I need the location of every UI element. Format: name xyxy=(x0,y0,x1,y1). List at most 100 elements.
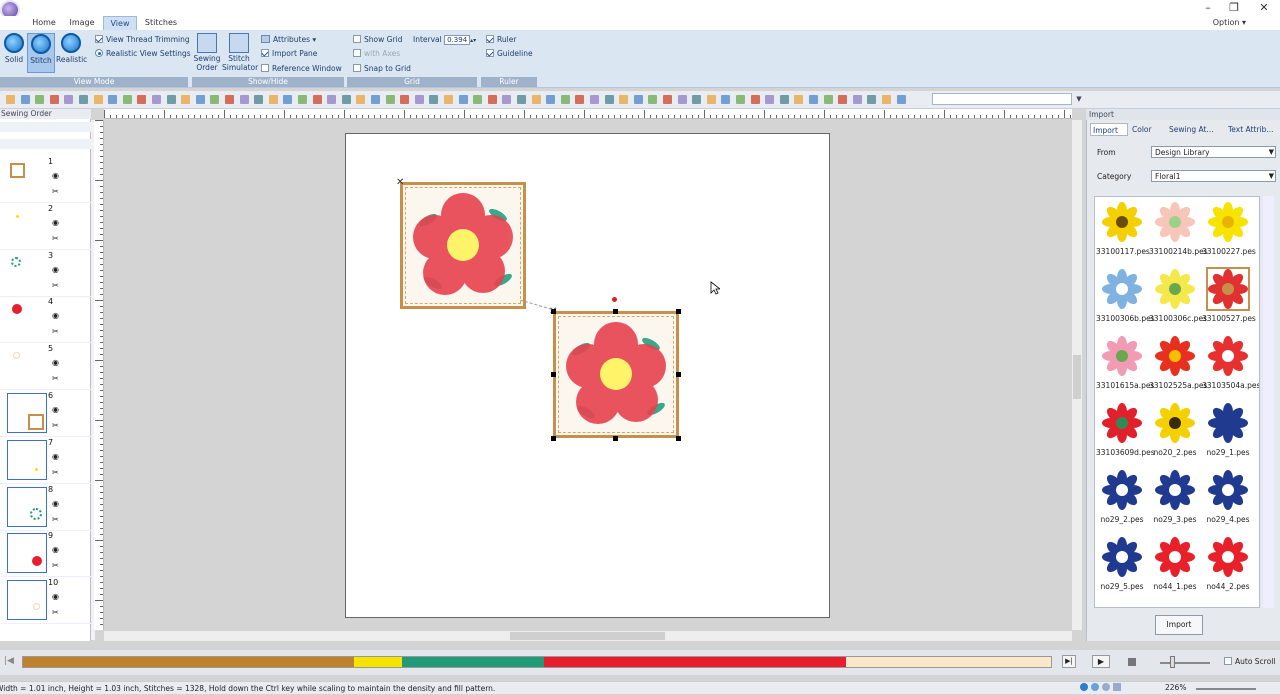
rotate-handle[interactable] xyxy=(612,297,617,302)
toolbar-tool-icon[interactable] xyxy=(838,95,848,104)
auto-scroll-checkbox[interactable]: Auto Scroll xyxy=(1224,657,1275,666)
toolbar-tool-icon[interactable] xyxy=(487,95,497,104)
visibility-eye-icon[interactable]: ◉ xyxy=(52,265,59,274)
toolbar-tool-icon[interactable] xyxy=(458,95,468,104)
design-library-item[interactable]: no29_1.pes xyxy=(1202,398,1254,464)
sewing-order-item[interactable]: 7 ◉ ✂ xyxy=(0,438,91,484)
design-library-item[interactable]: 33100306c.pes xyxy=(1149,264,1207,330)
trim-scissors-icon[interactable]: ✂ xyxy=(52,608,59,617)
show-grid-checkbox[interactable]: Show Grid xyxy=(353,33,402,46)
toolbar-tool-icon[interactable] xyxy=(356,95,366,104)
toolbar-tool-icon[interactable] xyxy=(64,95,74,104)
toolbar-tool-icon[interactable] xyxy=(750,95,760,104)
toolbar-tool-icon[interactable] xyxy=(298,95,307,104)
solid-status-icon[interactable] xyxy=(1080,683,1088,691)
visibility-eye-icon[interactable]: ◉ xyxy=(52,171,59,180)
trim-scissors-icon[interactable]: ✂ xyxy=(52,374,59,383)
design-library-item[interactable]: 33100117.pes xyxy=(1096,197,1150,263)
design-library-item[interactable]: no29_5.pes xyxy=(1096,532,1148,598)
visibility-eye-icon[interactable]: ◉ xyxy=(52,452,59,461)
toolbar-tool-icon[interactable] xyxy=(181,95,191,104)
toolbar-tool-icon[interactable] xyxy=(794,95,804,104)
design-library-item[interactable]: 33100306b.pes xyxy=(1096,264,1155,330)
design-library-item[interactable]: 33100214b.pes xyxy=(1149,197,1208,263)
zoom-slider[interactable] xyxy=(1196,688,1256,690)
toolbar-tool-icon[interactable] xyxy=(210,95,220,104)
stitch-view-button[interactable]: Stitch xyxy=(27,33,55,73)
toolbar-tool-icon[interactable] xyxy=(108,95,118,104)
stitch-simulator-button[interactable]: Stitch Simulator xyxy=(222,33,258,73)
toolbar-tool-icon[interactable] xyxy=(604,95,614,104)
sewing-order-thumbnail[interactable] xyxy=(7,486,47,527)
import-pane-checkbox[interactable]: Import Pane xyxy=(261,47,317,60)
view-thread-trimming-checkbox[interactable]: View Thread Trimming xyxy=(95,33,190,46)
sewing-order-item[interactable]: 1 ◉ ✂ xyxy=(0,157,91,203)
toolbar-tool-icon[interactable] xyxy=(721,95,731,104)
toolbar-tool-icon[interactable] xyxy=(882,95,891,104)
visibility-eye-icon[interactable]: ◉ xyxy=(52,405,59,414)
resize-handle-t[interactable] xyxy=(613,309,618,314)
stitch-status-icon[interactable] xyxy=(1091,683,1099,691)
resize-handle-l[interactable] xyxy=(551,372,556,377)
toolbar-tool-icon[interactable] xyxy=(779,95,789,104)
thread-color-segment[interactable] xyxy=(543,657,847,667)
close-button[interactable]: ✕ xyxy=(1256,1,1272,15)
speed-slider-thumb[interactable] xyxy=(1170,656,1175,668)
design-library-scrollbar[interactable] xyxy=(1263,196,1274,608)
toolbar-tool-icon[interactable] xyxy=(692,95,702,104)
toolbar-tool-icon[interactable] xyxy=(35,95,45,104)
play-icon[interactable]: ▶ xyxy=(1092,655,1110,668)
toolbar-tool-icon[interactable] xyxy=(736,95,745,104)
tab-stitches[interactable]: Stitches xyxy=(140,16,182,30)
realistic-status-icon[interactable] xyxy=(1102,683,1110,691)
minimize-button[interactable]: – xyxy=(1200,1,1216,15)
sewing-order-item[interactable]: 2 ◉ ✂ xyxy=(0,204,91,250)
tab-sewing-attributes[interactable]: Sewing At... xyxy=(1169,123,1225,136)
toolbar-tool-icon[interactable] xyxy=(283,95,293,104)
solid-view-button[interactable]: Solid xyxy=(0,33,28,73)
sewing-order-thumbnail[interactable] xyxy=(7,206,47,246)
canvas-horizontal-scroll-thumb[interactable] xyxy=(510,632,665,640)
toolbar-tool-icon[interactable] xyxy=(385,95,395,104)
toolbar-tool-icon[interactable] xyxy=(852,95,862,104)
sewing-order-item[interactable]: 4 ◉ ✂ xyxy=(0,297,91,344)
toolbar-tool-icon[interactable] xyxy=(152,95,161,104)
toolbar-tool-icon[interactable] xyxy=(575,95,585,104)
visibility-eye-icon[interactable]: ◉ xyxy=(52,311,59,320)
toolbar-tool-icon[interactable] xyxy=(867,95,877,104)
grid-interval-input[interactable]: 0.394 xyxy=(444,35,471,45)
trim-scissors-icon[interactable]: ✂ xyxy=(52,515,59,524)
design-library-item[interactable]: no29_4.pes xyxy=(1202,465,1254,531)
toolbar-tool-icon[interactable] xyxy=(166,95,176,104)
thread-color-segment[interactable] xyxy=(23,657,355,667)
toolbar-tool-icon[interactable] xyxy=(663,95,672,104)
toolbar-tool-icon[interactable] xyxy=(49,95,59,104)
tab-home[interactable]: Home xyxy=(26,16,62,30)
toolbar-tool-icon[interactable] xyxy=(341,95,351,104)
color-sequence-bar[interactable] xyxy=(22,656,1052,668)
design-library-item[interactable]: no44_1.pes xyxy=(1149,532,1201,598)
toolbar-tool-icon[interactable] xyxy=(400,95,410,104)
design-library-item[interactable]: 33102525a.pes xyxy=(1149,331,1207,397)
tab-image[interactable]: Image xyxy=(64,16,100,30)
toolbar-combo-arrow-icon[interactable]: ▼ xyxy=(1072,93,1086,105)
speed-slider-track[interactable] xyxy=(1160,662,1210,664)
category-select[interactable]: Floral1 ▼ xyxy=(1151,170,1276,182)
sewing-order-toolbar[interactable] xyxy=(0,122,91,132)
toolbar-tool-icon[interactable] xyxy=(79,95,88,104)
visibility-eye-icon[interactable]: ◉ xyxy=(52,545,59,554)
design-library-item[interactable]: 33101615a.pes xyxy=(1096,331,1154,397)
resize-handle-bl[interactable] xyxy=(551,436,556,441)
toolbar-tool-icon[interactable] xyxy=(254,95,264,104)
toolbar-tool-icon[interactable] xyxy=(327,95,337,104)
sewing-order-toolbar-2[interactable] xyxy=(0,139,91,149)
import-button[interactable]: Import xyxy=(1155,615,1203,635)
trim-scissors-icon[interactable]: ✂ xyxy=(52,234,59,243)
toolbar-tool-icon[interactable] xyxy=(268,95,278,104)
resize-handle-r[interactable] xyxy=(676,372,681,377)
visibility-eye-icon[interactable]: ◉ xyxy=(52,592,59,601)
visibility-eye-icon[interactable]: ◉ xyxy=(52,499,59,508)
sewing-order-item[interactable]: 10 ◉ ✂ xyxy=(0,578,91,625)
trim-scissors-icon[interactable]: ✂ xyxy=(52,561,59,570)
toolbar-tool-icon[interactable] xyxy=(809,95,818,104)
